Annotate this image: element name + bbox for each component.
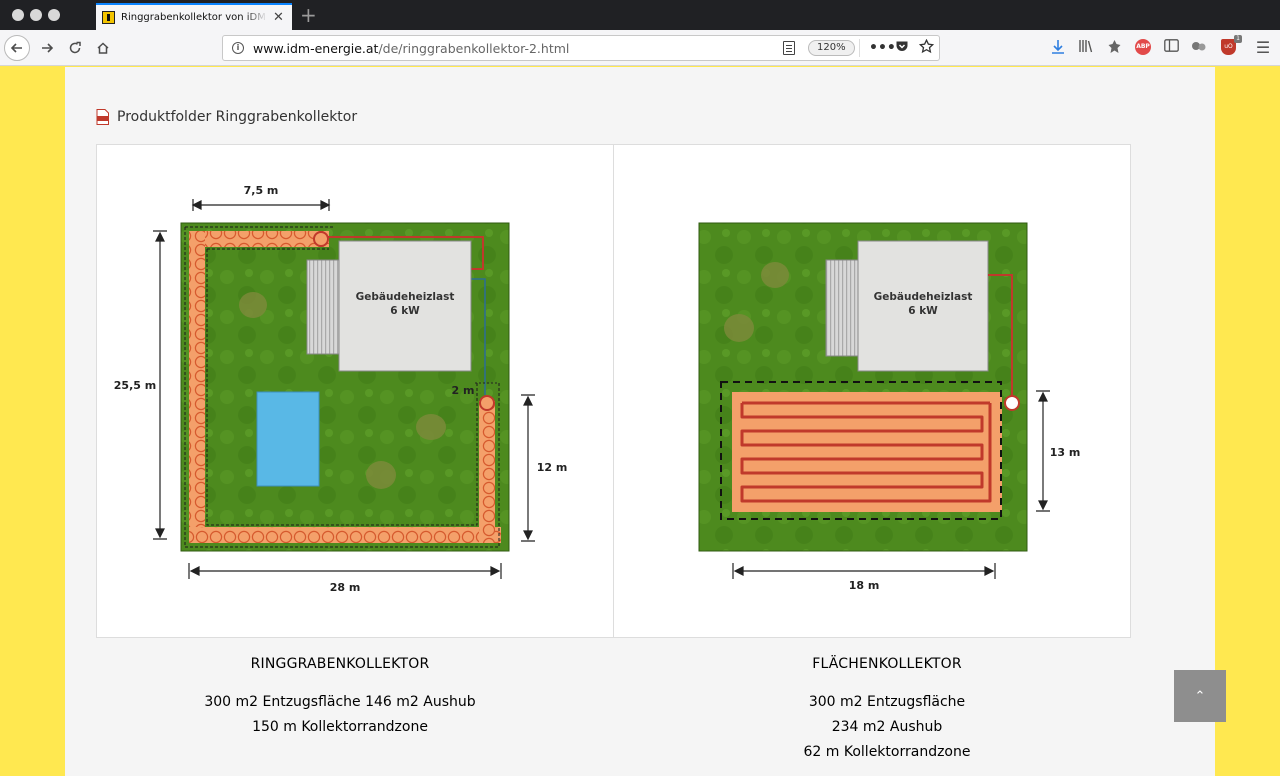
manifold-circle [313,231,329,247]
dim-right [521,394,535,542]
dim-right-label: 12 m [537,461,568,474]
manifold-circle [479,395,495,411]
window-zoom-dot[interactable] [48,9,60,21]
pool [256,391,320,487]
right-caption-title: FLÄCHENKOLLEKTOR [812,656,962,672]
ringgraben-diagram: Gebäudeheizlast 6 kW 7,5 m 25,5 m 2 m 12… [114,184,568,594]
collector-left [189,231,205,543]
idm-favicon-icon [102,11,115,24]
url-bar[interactable]: i www.idm-energie.at/de/ringgrabenkollek… [222,35,940,61]
flaechen-diagram: Gebäudeheizlast 6 kW 13 m 18 m [698,222,1081,592]
reload-icon [69,41,81,54]
extension-icon[interactable] [1106,39,1122,57]
url-path: /de/ringgrabenkollektor-2.html [378,41,570,56]
browser-titlebar: Ringgrabenkollektor von iDM | iDM ✕ + [0,0,1280,30]
left-caption-line1: 300 m2 Entzugsfläche 146 m2 Aushub [204,694,476,710]
collector-right [479,401,495,543]
dim-top-label: 7,5 m [244,184,279,197]
left-caption-title: RINGGRABENKOLLEKTOR [250,656,430,672]
url-separator [859,39,860,57]
dim-right-label: 13 m [1050,446,1081,459]
browser-navbar: i www.idm-energie.at/de/ringgrabenkollek… [0,30,1280,66]
product-folder-link[interactable]: Produktfolder Ringgrabenkollektor [96,109,357,125]
info-icon[interactable]: i [232,42,244,54]
reader-view-icon[interactable] [783,41,795,55]
pdf-icon [96,109,109,125]
window-close-dot[interactable] [12,9,24,21]
new-tab-button[interactable]: + [300,3,317,27]
ringgraben-diagram-panel: Gebäudeheizlast 6 kW 7,5 m 25,5 m 2 m 12… [96,144,614,638]
extension2-icon[interactable] [1191,39,1207,57]
tab-title: Ringgrabenkollektor von iDM | iDM [121,12,267,23]
scroll-to-top-button[interactable]: ⌃ [1174,670,1226,722]
dim-gap-label: 2 m [452,384,475,397]
tab-close-icon[interactable]: ✕ [273,10,284,25]
house-label-line2: 6 kW [390,305,420,317]
shrub [761,262,789,288]
dim-bottom [188,563,502,579]
shrub [416,414,446,440]
right-caption-line3: 62 m Kollektorrandzone [803,744,971,760]
shrub [239,292,267,318]
zoom-level-badge[interactable]: 120% [808,40,855,56]
bookmark-star-icon[interactable] [918,38,935,59]
flaechen-diagram-panel: Gebäudeheizlast 6 kW 13 m 18 m [613,144,1131,638]
product-folder-link-text: Produktfolder Ringgrabenkollektor [117,109,358,125]
home-icon [97,42,109,54]
back-button[interactable] [4,35,30,61]
dim-bottom-label: 28 m [330,581,361,594]
collector-field [732,392,1002,512]
url-text[interactable]: www.idm-energie.at/de/ringgrabenkollekto… [253,41,569,56]
menu-icon[interactable]: ☰ [1255,39,1271,57]
adblock-icon[interactable]: ABP [1135,39,1151,55]
dim-top [191,199,331,211]
dim-left-label: 25,5 m [114,379,156,392]
reload-button[interactable] [62,35,88,61]
home-button[interactable] [90,35,116,61]
left-caption-line2: 150 m Kollektorrandzone [252,719,428,735]
ublock-icon[interactable]: uO 1 [1221,35,1242,55]
library-icon[interactable] [1077,39,1095,57]
right-caption-line2: 234 m2 Aushub [831,719,943,735]
garage-wall [825,259,859,357]
collector-top [189,231,329,247]
right-caption-line1: 300 m2 Entzugsfläche [808,694,966,710]
house-label-line1: Gebäudeheizlast [356,291,455,303]
browser-tab-active[interactable]: Ringgrabenkollektor von iDM | iDM ✕ [96,3,292,30]
dim-right [1036,390,1050,512]
page-content: Produktfolder Ringgrabenkollektor Gebäud… [65,67,1215,776]
shrub [366,461,396,489]
url-host: www.idm-energie.at [253,41,379,56]
chevron-up-icon: ⌃ [1194,688,1206,704]
forward-arrow-icon [42,43,54,53]
more-icon[interactable]: ••• [869,39,896,57]
garage-wall [306,259,340,355]
dim-bottom-label: 18 m [849,579,880,592]
collector-bottom [189,527,501,543]
sidebar-icon[interactable] [1163,39,1179,57]
ublock-count-badge: 1 [1234,35,1242,43]
forward-button[interactable] [34,35,60,61]
back-arrow-icon [10,43,22,53]
house-label-line2: 6 kW [908,305,938,317]
house-label-line1: Gebäudeheizlast [874,291,973,303]
download-icon[interactable] [1050,39,1066,57]
shrub [724,314,754,342]
dim-bottom [732,563,996,579]
window-minimize-dot[interactable] [30,9,42,21]
manifold-circle [1004,395,1020,411]
pocket-icon[interactable] [895,39,909,58]
